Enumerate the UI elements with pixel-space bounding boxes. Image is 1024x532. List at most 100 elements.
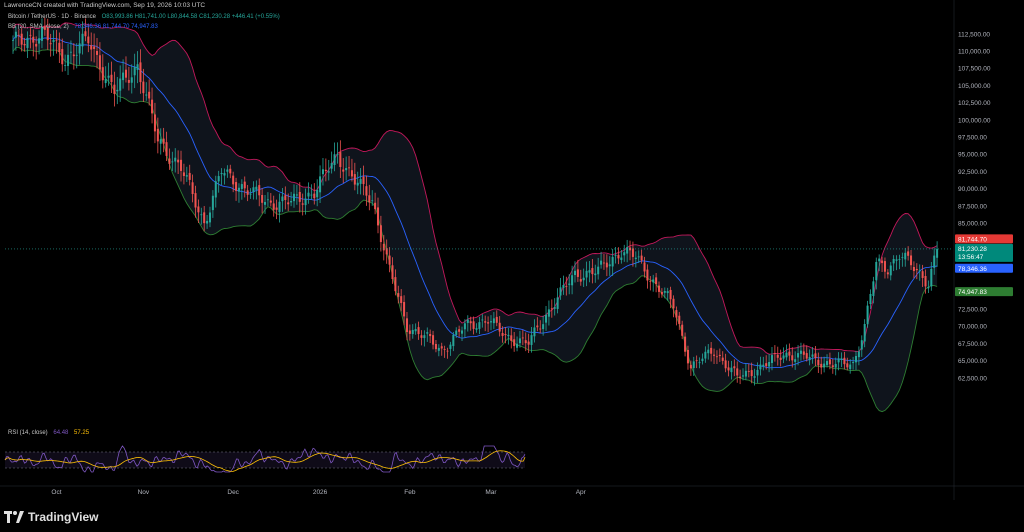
candle-body[interactable] [324,169,327,172]
candle-body[interactable] [391,265,394,280]
candle-body[interactable] [495,316,498,323]
candle-body[interactable] [533,327,536,337]
candle-body[interactable] [883,261,886,272]
candle-body[interactable] [249,193,252,195]
candle-body[interactable] [510,335,513,341]
candle-body[interactable] [698,362,701,364]
candle-body[interactable] [527,341,530,345]
candle-body[interactable] [828,359,831,365]
candle-body[interactable] [461,330,464,334]
candle-body[interactable] [539,328,542,330]
candle-body[interactable] [547,309,550,317]
candle-body[interactable] [69,51,72,53]
candle-body[interactable] [374,202,377,210]
candle-body[interactable] [907,251,910,256]
candle-body[interactable] [846,363,849,368]
candle-body[interactable] [831,365,834,368]
candle-body[interactable] [446,350,449,352]
candle-body[interactable] [747,371,750,372]
candle-body[interactable] [516,343,519,348]
candle-body[interactable] [710,347,713,354]
candle-body[interactable] [20,33,23,45]
candle-body[interactable] [930,268,933,287]
candle-body[interactable] [530,335,533,345]
candle-body[interactable] [26,37,29,48]
candle-body[interactable] [353,174,356,185]
candle-body[interactable] [411,329,414,335]
candle-body[interactable] [266,199,269,201]
candle-body[interactable] [220,172,223,175]
candle-body[interactable] [602,262,605,264]
candle-body[interactable] [634,257,637,260]
candle-body[interactable] [553,307,556,309]
candle-body[interactable] [443,348,446,350]
candle-body[interactable] [912,267,915,272]
candle-body[interactable] [550,308,553,310]
candle-body[interactable] [542,324,545,330]
candle-body[interactable] [918,270,921,272]
candle-body[interactable] [151,99,154,114]
candle-body[interactable] [762,364,765,367]
candle-body[interactable] [892,259,895,264]
candle-body[interactable] [666,291,669,294]
candle-body[interactable] [808,357,811,361]
candle-body[interactable] [264,201,267,205]
candle-body[interactable] [802,351,805,355]
candle-body[interactable] [449,344,452,349]
candle-body[interactable] [235,182,238,191]
candle-body[interactable] [298,191,301,202]
candle-body[interactable] [585,270,588,278]
candle-body[interactable] [304,198,307,206]
candle-body[interactable] [860,340,863,350]
candle-body[interactable] [275,207,278,210]
candle-body[interactable] [513,339,516,347]
candle-body[interactable] [536,325,539,328]
candle-body[interactable] [895,259,898,261]
candle-body[interactable] [652,279,655,283]
candle-body[interactable] [452,334,455,347]
candle-body[interactable] [484,321,487,323]
candle-body[interactable] [368,195,371,203]
candle-body[interactable] [223,173,226,176]
candle-body[interactable] [162,138,165,144]
candle-body[interactable] [217,176,220,182]
candle-body[interactable] [261,195,264,203]
candle-body[interactable] [626,247,629,254]
candle-body[interactable] [817,359,820,366]
candle-body[interactable] [545,314,548,323]
candle-body[interactable] [75,54,78,56]
candle-body[interactable] [110,74,113,82]
candle-body[interactable] [420,335,423,338]
candle-body[interactable] [715,356,718,358]
candle-body[interactable] [466,319,469,323]
candle-body[interactable] [678,315,681,325]
candle-body[interactable] [394,277,397,292]
candle-body[interactable] [518,338,521,344]
candle-body[interactable] [927,286,930,289]
candle-body[interactable] [17,34,20,36]
candle-body[interactable] [915,268,918,271]
candle-body[interactable] [319,176,322,193]
candle-body[interactable] [904,252,907,260]
candle-body[interactable] [133,66,136,76]
candle-body[interactable] [733,366,736,369]
candle-body[interactable] [924,276,927,287]
candle-body[interactable] [182,172,185,177]
candle-body[interactable] [284,195,287,200]
candle-body[interactable] [127,79,130,83]
candle-body[interactable] [759,364,762,370]
candle-body[interactable] [889,265,892,276]
candle-body[interactable] [886,272,889,275]
candle-body[interactable] [208,212,212,223]
candle-body[interactable] [565,286,568,287]
candle-body[interactable] [81,33,84,47]
candle-body[interactable] [582,277,585,281]
candle-body[interactable] [741,375,745,377]
candle-body[interactable] [481,319,484,321]
candle-body[interactable] [739,376,742,379]
candle-body[interactable] [559,287,562,296]
candle-body[interactable] [681,324,684,336]
candle-body[interactable] [704,351,707,359]
candle-body[interactable] [857,351,860,358]
candle-body[interactable] [686,349,689,364]
